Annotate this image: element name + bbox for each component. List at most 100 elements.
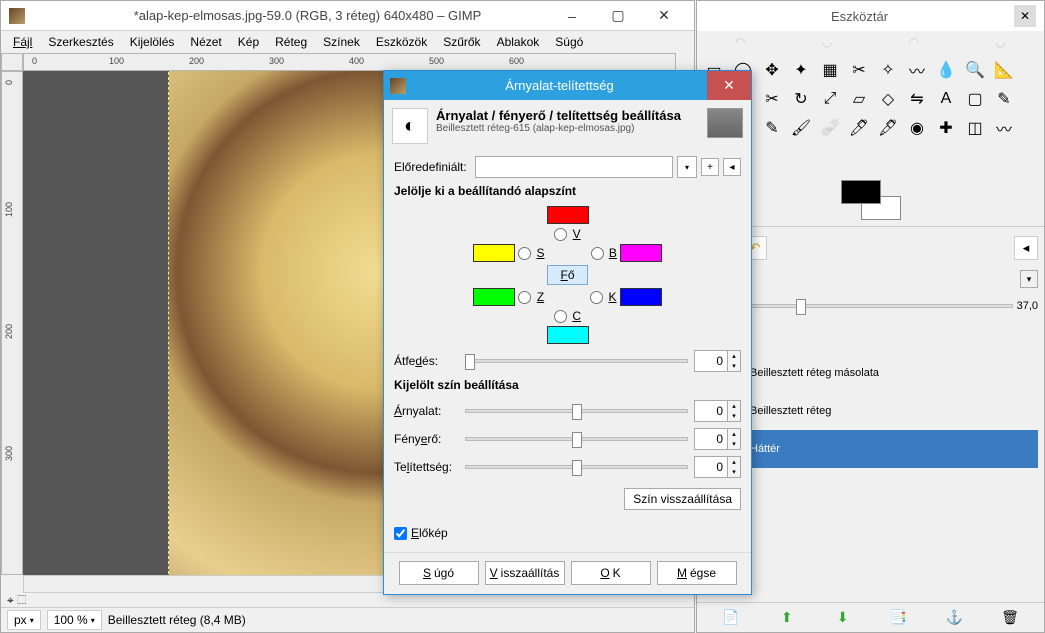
radio-s[interactable]: S	[518, 246, 544, 260]
tool-eraser[interactable]: 🩹	[817, 115, 843, 141]
radio-z[interactable]: Z	[518, 290, 544, 304]
cancel-button[interactable]: Mégse	[657, 561, 737, 585]
tab-menu-button[interactable]: ◂	[1014, 236, 1038, 260]
light-spinner[interactable]	[694, 428, 728, 450]
radio-b[interactable]: B	[591, 246, 617, 260]
master-button[interactable]: FFőő	[547, 265, 587, 285]
tool-by-color[interactable]: ▦	[817, 57, 843, 83]
menu-layer[interactable]: Réteg	[267, 33, 315, 51]
menu-select[interactable]: Kijelölés	[122, 33, 183, 51]
toolbox-close-button[interactable]: ✕	[1014, 5, 1036, 27]
overlap-slider[interactable]	[465, 359, 688, 363]
dialog-title-bar[interactable]: Árnyalat-telítettség ✕	[384, 71, 751, 100]
zoom-selector[interactable]: 100 %▾	[47, 610, 102, 630]
swatch-cyan	[547, 326, 589, 344]
tool-shear[interactable]: ▱	[846, 86, 872, 112]
ruler-vertical[interactable]: 0 100 200 300	[1, 71, 23, 575]
dialog-button-row: Súgó Visszaállítás OK Mégse	[384, 552, 751, 593]
hue-slider[interactable]	[465, 409, 688, 413]
tool-perspective[interactable]: ◇	[875, 86, 901, 112]
menu-edit[interactable]: Szerkesztés	[40, 33, 121, 51]
tool-flip[interactable]: ⇋	[904, 86, 930, 112]
reset-button[interactable]: Visszaállítás	[485, 561, 565, 585]
ruler-corner[interactable]	[1, 53, 23, 71]
layer-item-0[interactable]: Beillesztett réteg másolata	[703, 354, 1038, 392]
tool-paintbrush[interactable]: 🖌	[788, 115, 814, 141]
menu-bar: Fájl Szerkesztés Kijelölés Nézet Kép Rét…	[1, 31, 694, 53]
dialog-close-button[interactable]: ✕	[707, 71, 751, 100]
maximize-button[interactable]: ▢	[596, 5, 640, 27]
unit-selector[interactable]: px▾	[7, 610, 41, 630]
tool-clone[interactable]: ◉	[904, 115, 930, 141]
menu-filters[interactable]: Szűrők	[435, 33, 488, 51]
tool-scale[interactable]: ⤢	[817, 86, 843, 112]
layer-name-0: Beillesztett réteg másolata	[750, 367, 879, 379]
sat-spinner[interactable]	[694, 456, 728, 478]
menu-view[interactable]: Nézet	[182, 33, 229, 51]
mode-dropdown[interactable]: ▾	[1020, 270, 1038, 288]
preview-checkbox[interactable]	[394, 527, 407, 540]
tool-rotate[interactable]: ↻	[788, 86, 814, 112]
reset-color-button[interactable]: Szín visszaállítása	[624, 488, 741, 510]
fg-bg-swatch[interactable]	[841, 180, 901, 220]
dialog-header: ◐ Árnyalat / fényerő / telítettség beáll…	[384, 100, 751, 152]
tool-pencil[interactable]: ✎	[759, 115, 785, 141]
tool-crop[interactable]: ✂	[759, 86, 785, 112]
anchor-layer-button[interactable]: ⚓	[943, 607, 965, 629]
layer-item-2[interactable]: Háttér	[703, 430, 1038, 468]
foreground-color[interactable]	[841, 180, 881, 204]
overlap-down[interactable]: ▾	[728, 361, 740, 371]
toolbox-logo-strip: ◠◡◠◡	[697, 31, 1044, 53]
duplicate-layer-button[interactable]: 📑	[887, 607, 909, 629]
radio-v[interactable]: V	[554, 227, 580, 241]
tool-measure[interactable]: 📐	[991, 57, 1017, 83]
preset-label: Előredefiniált:	[394, 160, 467, 174]
tool-fuzzy-select[interactable]: ✦	[788, 57, 814, 83]
tool-paths[interactable]: 〰	[904, 57, 930, 83]
menu-tools[interactable]: Eszközök	[368, 33, 435, 51]
help-button[interactable]: Súgó	[399, 561, 479, 585]
hue-saturation-dialog: Árnyalat-telítettség ✕ ◐ Árnyalat / fény…	[383, 70, 752, 595]
menu-image[interactable]: Kép	[230, 33, 267, 51]
menu-windows[interactable]: Ablakok	[489, 33, 548, 51]
overlap-spinner[interactable]	[694, 350, 728, 372]
delete-layer-button[interactable]: 🗑	[999, 607, 1021, 629]
radio-k[interactable]: K	[590, 290, 616, 304]
swatch-magenta	[620, 244, 662, 262]
tool-scissors[interactable]: ✂	[846, 57, 872, 83]
minimize-button[interactable]: –	[550, 5, 594, 27]
preset-menu-button[interactable]: ◂	[723, 158, 741, 176]
preset-input[interactable]	[475, 156, 673, 178]
tool-cage[interactable]: ▢	[962, 86, 988, 112]
light-slider[interactable]	[465, 437, 688, 441]
preset-add-button[interactable]: +	[701, 158, 719, 176]
preset-dropdown[interactable]: ▾	[677, 156, 697, 178]
new-layer-button[interactable]: 📄	[720, 607, 742, 629]
ok-button[interactable]: OK	[571, 561, 651, 585]
tool-free-select[interactable]: ✥	[759, 57, 785, 83]
radio-c[interactable]: C	[554, 309, 581, 323]
tool-warp[interactable]: ✎	[991, 86, 1017, 112]
tool-fg-select[interactable]: ✧	[875, 57, 901, 83]
menu-file[interactable]: Fájl	[5, 33, 40, 51]
status-extra-row: ⌖ ⬚	[1, 593, 694, 607]
main-title-bar: *alap-kep-elmosas.jpg-59.0 (RGB, 3 réteg…	[1, 1, 694, 31]
lower-layer-button[interactable]: ⬇	[832, 607, 854, 629]
hue-spinner[interactable]	[694, 400, 728, 422]
tool-blur[interactable]: 〰	[991, 115, 1017, 141]
tool-airbrush[interactable]: 🖊	[846, 115, 872, 141]
overlap-up[interactable]: ▴	[728, 351, 740, 361]
tool-text[interactable]: A	[933, 86, 959, 112]
tool-color-picker[interactable]: 💧	[933, 57, 959, 83]
sat-slider[interactable]	[465, 465, 688, 469]
raise-layer-button[interactable]: ⬆	[776, 607, 798, 629]
tool-ink[interactable]: 🖋	[875, 115, 901, 141]
tool-heal[interactable]: ✚	[933, 115, 959, 141]
menu-help[interactable]: Súgó	[547, 33, 591, 51]
ruler-horizontal[interactable]: 0 100 200 300 400 500 600	[23, 53, 676, 71]
tool-zoom[interactable]: 🔍	[962, 57, 988, 83]
close-button[interactable]: ✕	[642, 5, 686, 27]
layer-item-1[interactable]: Beillesztett réteg	[703, 392, 1038, 430]
menu-colors[interactable]: Színek	[315, 33, 368, 51]
tool-perspective-clone[interactable]: ◫	[962, 115, 988, 141]
